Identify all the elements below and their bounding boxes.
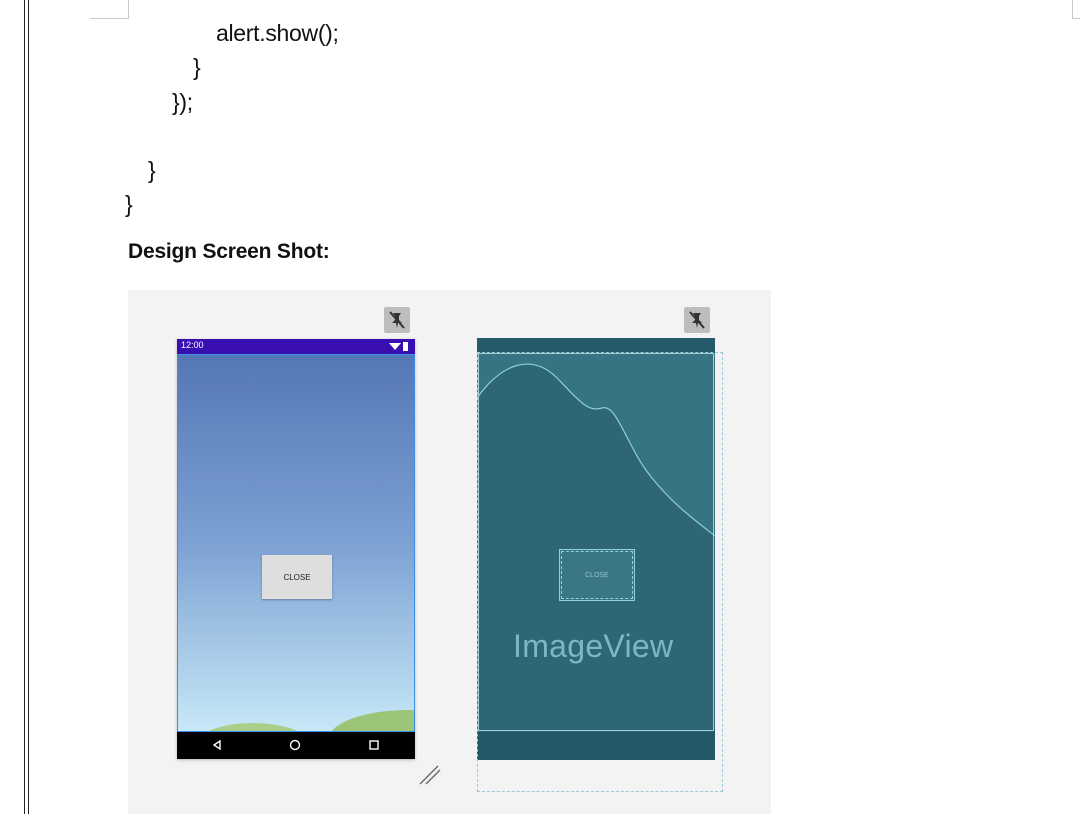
code-line: }	[193, 54, 201, 80]
close-button[interactable]: CLOSE	[262, 555, 332, 599]
page-corner-mark	[90, 0, 129, 19]
activity-screen[interactable]: CLOSE	[177, 354, 415, 732]
pin-off-icon[interactable]	[384, 307, 410, 333]
back-triangle-icon[interactable]	[210, 738, 224, 752]
resize-handle-icon[interactable]	[418, 762, 442, 786]
blueprint-status-bar	[477, 338, 715, 352]
code-line: }	[125, 191, 133, 217]
page-margin-line	[24, 0, 25, 814]
code-line: });	[172, 89, 193, 115]
blueprint-selection-outline	[477, 352, 723, 792]
pin-off-icon[interactable]	[684, 307, 710, 333]
section-heading: Design Screen Shot:	[128, 240, 330, 263]
page-corner-mark	[1072, 0, 1080, 19]
page-margin-line	[28, 0, 29, 814]
design-phone-preview[interactable]: 12:00 CLOSE	[177, 339, 415, 759]
background-hill	[328, 710, 414, 731]
recents-square-icon[interactable]	[367, 738, 381, 752]
code-line: }	[148, 157, 156, 183]
code-line: alert.show();	[216, 20, 339, 46]
wifi-battery-icon	[389, 342, 408, 351]
status-bar: 12:00	[177, 339, 415, 354]
status-time: 12:00	[181, 340, 204, 350]
navigation-bar	[177, 732, 415, 759]
background-hill	[198, 723, 308, 731]
home-circle-icon[interactable]	[288, 738, 302, 752]
